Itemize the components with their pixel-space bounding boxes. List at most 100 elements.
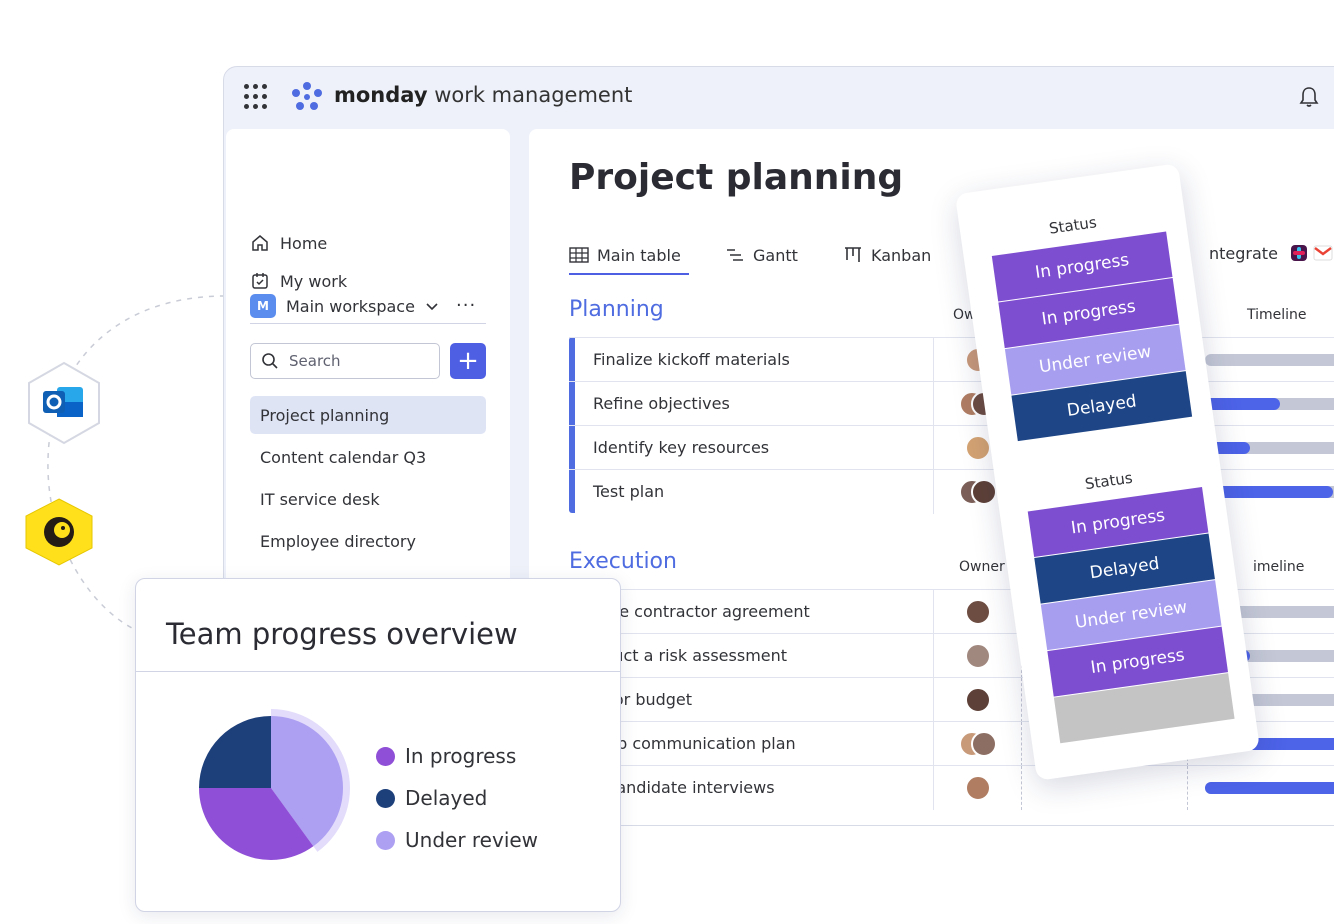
column-divider bbox=[933, 426, 934, 470]
timeline-bar[interactable] bbox=[1205, 782, 1334, 794]
legend-dot bbox=[376, 830, 395, 850]
column-divider bbox=[933, 722, 934, 766]
tab-gantt-label: Gantt bbox=[753, 245, 798, 265]
group-title-planning[interactable]: Planning bbox=[569, 297, 664, 322]
active-tab-indicator bbox=[569, 273, 689, 275]
mailchimp-badge[interactable] bbox=[22, 497, 96, 567]
integrate-label: ntegrate bbox=[1209, 243, 1278, 263]
brand-name: monday bbox=[334, 83, 428, 107]
owner-avatar[interactable] bbox=[971, 479, 997, 505]
nav-home-label: Home bbox=[280, 233, 328, 253]
row-item-name[interactable]: nduct a risk assessment bbox=[593, 646, 787, 665]
nav-my-work-label: My work bbox=[280, 271, 348, 291]
sidebar-board-project-planning[interactable]: Project planning bbox=[250, 396, 486, 434]
tab-main-table-label: Main table bbox=[597, 245, 681, 265]
add-item-button[interactable]: + bbox=[450, 343, 486, 379]
column-divider bbox=[1187, 766, 1188, 810]
card-divider bbox=[136, 671, 620, 672]
legend-dot bbox=[376, 788, 395, 808]
owner-avatar[interactable] bbox=[965, 775, 991, 801]
chart-legend: In progress Delayed Under review bbox=[376, 735, 538, 861]
page-title: Project planning bbox=[569, 157, 904, 198]
column-divider bbox=[933, 634, 934, 678]
workspace-selector[interactable]: M Main workspace bbox=[250, 294, 439, 318]
workspace-more-icon[interactable]: ··· bbox=[456, 295, 476, 316]
nav-my-work[interactable]: My work bbox=[250, 268, 347, 294]
integrate-button[interactable]: ntegrate bbox=[1209, 242, 1334, 264]
monday-logo-icon bbox=[292, 82, 322, 110]
top-bar: monday work management bbox=[224, 67, 1334, 127]
row-item-name[interactable]: elop communication plan bbox=[593, 734, 796, 753]
workspace-badge: M bbox=[250, 294, 276, 318]
column-divider bbox=[933, 470, 934, 514]
legend-dot bbox=[376, 746, 395, 766]
pie-slice[interactable] bbox=[199, 716, 271, 788]
legend-label: Under review bbox=[405, 828, 539, 852]
timeline-bar[interactable] bbox=[1205, 354, 1334, 366]
team-progress-title: Team progress overview bbox=[166, 617, 518, 651]
slack-icon bbox=[1290, 245, 1307, 261]
row-item-name[interactable]: Finalize kickoff materials bbox=[593, 350, 790, 369]
timeline-progress bbox=[1205, 398, 1280, 410]
row-item-name[interactable]: date contractor agreement bbox=[593, 602, 810, 621]
column-divider bbox=[933, 382, 934, 426]
column-owner: Owner bbox=[959, 559, 1005, 575]
column-divider bbox=[1021, 722, 1022, 766]
column-divider bbox=[933, 766, 934, 810]
bell-icon[interactable] bbox=[1298, 85, 1320, 109]
timeline-progress bbox=[1205, 782, 1334, 794]
legend-label: In progress bbox=[405, 744, 517, 768]
home-icon bbox=[252, 235, 268, 251]
sidebar-board-content-calendar[interactable]: Content calendar Q3 bbox=[250, 438, 486, 476]
search-input[interactable]: Search bbox=[250, 343, 440, 379]
legend-item: Delayed bbox=[376, 777, 538, 819]
timeline-bar[interactable] bbox=[1205, 398, 1334, 410]
owner-avatar[interactable] bbox=[965, 643, 991, 669]
mailchimp-icon bbox=[25, 498, 93, 566]
timeline-bar[interactable] bbox=[1205, 442, 1334, 454]
column-divider bbox=[933, 678, 934, 722]
row-item-name[interactable]: Test plan bbox=[593, 482, 664, 501]
group-title-execution[interactable]: Execution bbox=[569, 549, 677, 574]
gantt-icon bbox=[727, 249, 743, 261]
apps-grid-icon[interactable] bbox=[244, 84, 270, 110]
owner-avatar[interactable] bbox=[971, 731, 997, 757]
sidebar-divider bbox=[250, 323, 486, 324]
workspace-name: Main workspace bbox=[286, 296, 415, 316]
table-row[interactable]: v candidate interviews bbox=[569, 765, 1334, 810]
tab-main-table[interactable]: Main table bbox=[569, 241, 681, 269]
column-timeline: Timeline bbox=[1247, 307, 1307, 323]
owner-avatar[interactable] bbox=[965, 435, 991, 461]
legend-item: Under review bbox=[376, 819, 538, 861]
team-progress-card: Team progress overview In progress Delay… bbox=[135, 578, 621, 912]
nav-home[interactable]: Home bbox=[250, 230, 327, 256]
row-item-name[interactable]: Identify key resources bbox=[593, 438, 769, 457]
search-placeholder: Search bbox=[289, 352, 341, 370]
owner-avatar[interactable] bbox=[965, 599, 991, 625]
tab-gantt[interactable]: Gantt bbox=[725, 241, 798, 269]
owner-avatar[interactable] bbox=[965, 687, 991, 713]
chevron-down-icon bbox=[426, 303, 438, 311]
tab-kanban-label: Kanban bbox=[871, 245, 932, 265]
legend-label: Delayed bbox=[405, 786, 488, 810]
table-row[interactable]: Refine objectives bbox=[569, 381, 1334, 426]
search-icon bbox=[262, 353, 278, 369]
kanban-icon bbox=[845, 247, 861, 262]
table-row[interactable]: Finalize kickoff materials bbox=[569, 337, 1334, 382]
outlook-badge[interactable] bbox=[27, 361, 101, 445]
app-brand: monday work management bbox=[334, 83, 632, 107]
gmail-icon bbox=[1313, 245, 1333, 261]
column-divider bbox=[1021, 678, 1022, 722]
column-divider bbox=[933, 590, 934, 634]
legend-item: In progress bbox=[376, 735, 538, 777]
row-item-name[interactable]: Refine objectives bbox=[593, 394, 730, 413]
pie-chart bbox=[199, 709, 350, 860]
column-timeline: imeline bbox=[1253, 559, 1305, 575]
calendar-check-icon bbox=[252, 273, 268, 289]
sidebar-board-employee-directory[interactable]: Employee directory bbox=[250, 522, 486, 560]
tab-kanban[interactable]: Kanban bbox=[843, 241, 931, 269]
table-icon bbox=[569, 247, 589, 263]
column-divider bbox=[1021, 766, 1022, 810]
sidebar-board-it-service-desk[interactable]: IT service desk bbox=[250, 480, 486, 518]
column-divider bbox=[933, 338, 934, 382]
